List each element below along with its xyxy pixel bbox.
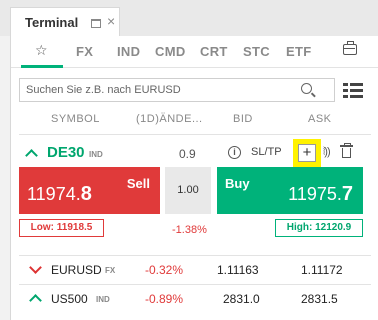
sell-label: Sell	[126, 176, 150, 191]
high-price-badge: High: 12120.9	[275, 219, 363, 237]
up-arrow-icon	[25, 149, 38, 162]
header-divider	[19, 134, 371, 135]
sell-price: 11974.8	[27, 183, 92, 205]
close-icon[interactable]: ×	[107, 14, 115, 28]
row-bid[interactable]: 1.11163	[217, 263, 259, 277]
add-plus-button[interactable]: +	[298, 144, 316, 162]
search-box[interactable]	[19, 78, 335, 102]
buy-price: 11975.7	[288, 183, 353, 205]
tab-stc[interactable]: STC	[243, 44, 270, 59]
column-header-symbol[interactable]: SYMBOL	[51, 113, 100, 125]
down-arrow-icon	[29, 261, 42, 274]
list-view-icon[interactable]	[343, 83, 363, 98]
buy-label: Buy	[225, 176, 250, 191]
favorites-star-icon[interactable]: ☆	[35, 42, 48, 59]
terminal-tab[interactable]: Terminal ×	[10, 7, 120, 37]
signal-icon[interactable]: ⦚))	[323, 146, 331, 159]
row-tag: IND	[96, 295, 110, 304]
row-change: -0.89%	[145, 292, 184, 306]
sl-tp-label[interactable]: SL/TP	[251, 146, 282, 158]
sell-button[interactable]: Sell 11974.8	[19, 167, 160, 214]
instrument-symbol[interactable]: DE30	[47, 144, 85, 161]
row-ask[interactable]: 2831.5	[301, 292, 338, 306]
tab-crt[interactable]: CRT	[200, 44, 228, 59]
row-bid[interactable]: 2831.0	[223, 292, 260, 306]
info-icon[interactable]: i	[228, 146, 241, 159]
instrument-tag: IND	[89, 150, 103, 159]
row-symbol[interactable]: EURUSD	[51, 263, 102, 277]
tab-fx[interactable]: FX	[76, 44, 93, 59]
column-header-bid[interactable]: BID	[233, 113, 253, 125]
daily-change: -1.38%	[172, 224, 207, 236]
window-tab-bar: Terminal ×	[0, 0, 378, 37]
volume-input[interactable]: 1.00	[165, 167, 211, 214]
trash-icon[interactable]	[340, 143, 353, 158]
up-arrow-icon	[29, 294, 42, 307]
active-tab-indicator	[21, 65, 63, 68]
search-input[interactable]	[26, 82, 296, 98]
tab-etf[interactable]: ETF	[286, 44, 311, 59]
row-divider	[19, 255, 371, 256]
row-symbol[interactable]: US500	[51, 292, 88, 306]
spread-value: 0.9	[179, 147, 196, 161]
column-header-change[interactable]: (1D)ÄNDE...	[136, 113, 203, 125]
terminal-panel: ☆ FX IND CMD CRT STC ETF SYMBOL (1D)ÄNDE…	[10, 36, 378, 320]
column-header-ask[interactable]: ASK	[308, 113, 332, 125]
maximize-icon[interactable]	[91, 19, 101, 28]
low-price-badge: Low: 11918.5	[19, 219, 104, 237]
tab-ind[interactable]: IND	[117, 44, 140, 59]
category-tabs: ☆ FX IND CMD CRT STC ETF	[11, 36, 378, 68]
tab-cmd[interactable]: CMD	[155, 44, 186, 59]
window-title: Terminal	[25, 15, 79, 30]
row-divider	[19, 284, 371, 285]
search-icon[interactable]	[301, 83, 312, 94]
portfolio-icon[interactable]	[343, 41, 357, 55]
row-change: -0.32%	[145, 263, 184, 277]
buy-button[interactable]: Buy 11975.7	[217, 167, 363, 214]
row-ask[interactable]: 1.11172	[301, 263, 343, 277]
row-tag: FX	[105, 266, 116, 275]
